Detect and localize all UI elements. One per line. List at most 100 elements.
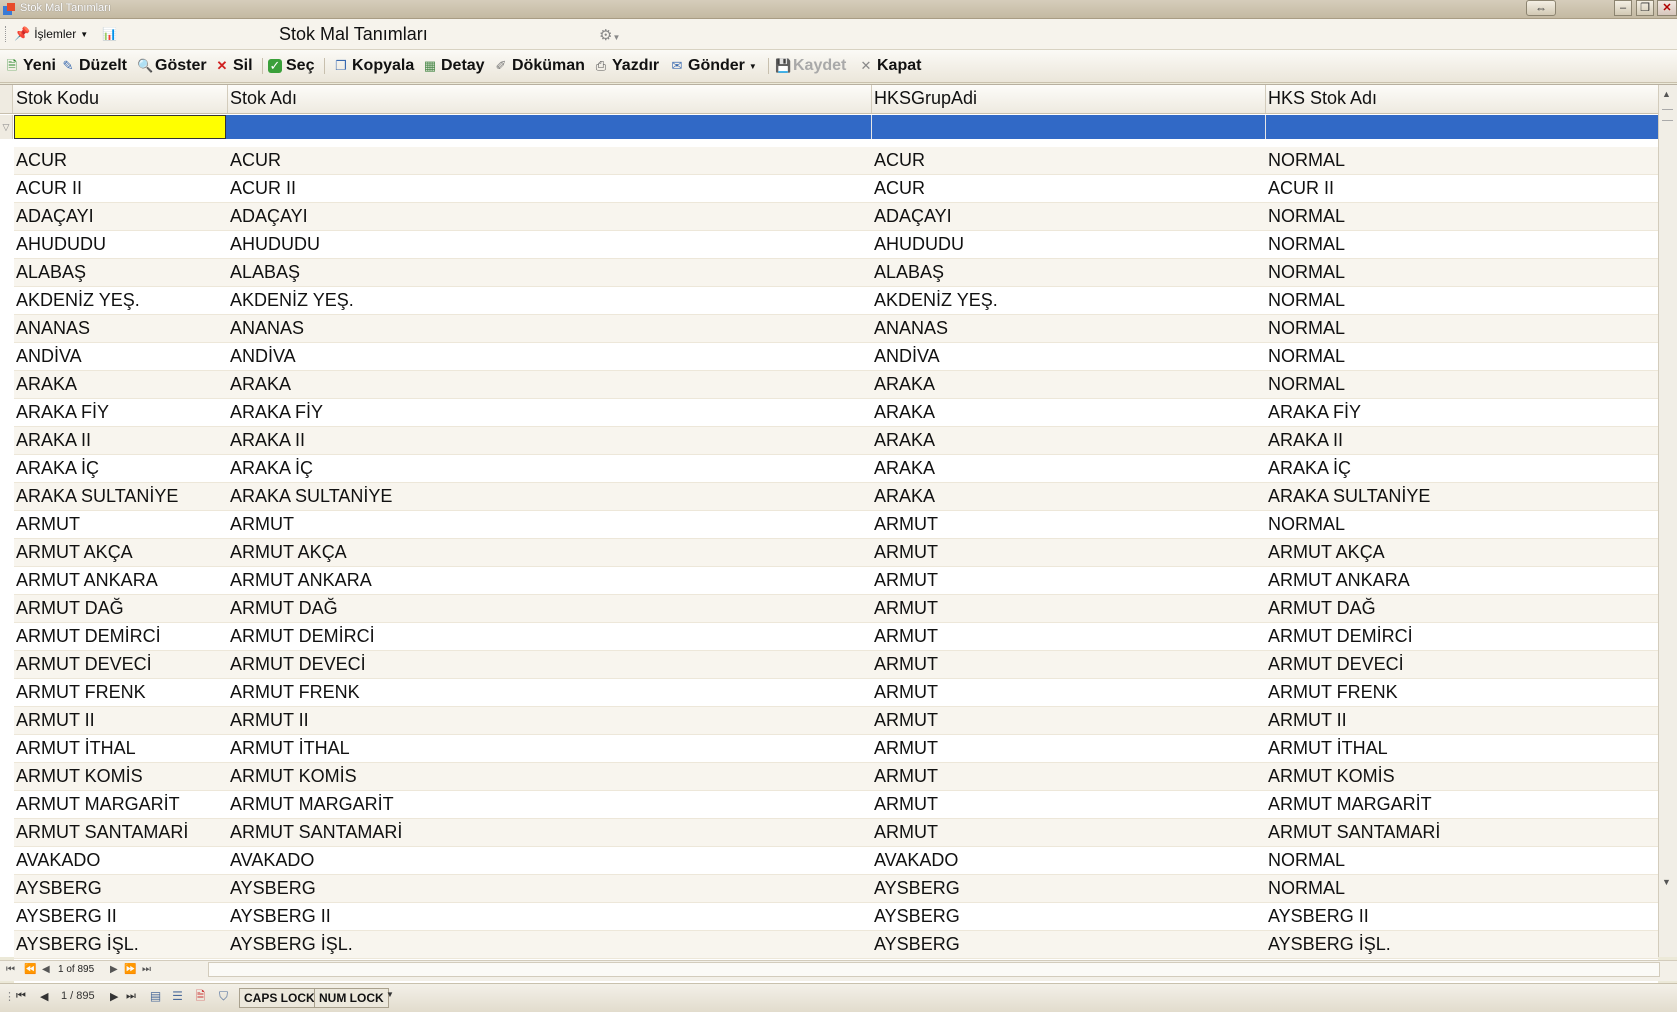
table-row[interactable]: ARAKA FİY ARAKA FİY ARAKA ARAKA FİY xyxy=(14,399,1658,427)
cell-stok-adi[interactable]: ARAKA xyxy=(230,374,291,395)
dropdown-arrow-icon[interactable]: ▼ xyxy=(386,990,394,999)
table-row[interactable]: AKDENİZ YEŞ. AKDENİZ YEŞ. AKDENİZ YEŞ. NORM… xyxy=(14,287,1658,315)
cell-hks-grup-adi[interactable]: AKDENİZ YEŞ. xyxy=(874,290,998,311)
filter-clear-icon[interactable]: ⛉ xyxy=(216,989,231,1004)
column-divider[interactable] xyxy=(227,85,228,113)
dokuman-button[interactable]: ✐ Döküman xyxy=(494,56,585,76)
cell-stok-kodu[interactable]: ARMUT KOMİS xyxy=(16,766,143,787)
cell-stok-kodu[interactable]: ARMUT MARGARİT xyxy=(16,794,180,815)
cell-stok-adi[interactable]: ARMUT DAĞ xyxy=(230,598,338,619)
cell-hks-grup-adi[interactable]: ARMUT xyxy=(874,710,938,731)
cell-stok-adi[interactable]: AYSBERG II xyxy=(230,906,331,927)
table-row[interactable]: AHUDUDU AHUDUDU AHUDUDU NORMAL xyxy=(14,231,1658,259)
cell-hks-stok-adi[interactable]: ARMUT DEVECİ xyxy=(1268,654,1404,675)
cell-hks-grup-adi[interactable]: ARMUT xyxy=(874,738,938,759)
column-header-hks-grup-adi[interactable]: HKSGrupAdi xyxy=(874,88,977,109)
table-row[interactable]: ARMUT SANTAMARİ ARMUT SANTAMARİ ARMUT ARMUT… xyxy=(14,819,1658,847)
yeni-button[interactable]: 🗎 Yeni xyxy=(5,56,56,76)
cell-hks-stok-adi[interactable]: ARMUT MARGARİT xyxy=(1268,794,1432,815)
cell-hks-stok-adi[interactable]: ARMUT AKÇA xyxy=(1268,542,1385,563)
cell-stok-kodu[interactable]: ARMUT ANKARA xyxy=(16,570,158,591)
cell-hks-stok-adi[interactable]: NORMAL xyxy=(1268,150,1345,171)
table-row[interactable]: ANANAS ANANAS ANANAS NORMAL xyxy=(14,315,1658,343)
cell-stok-adi[interactable]: ADAÇAYI xyxy=(230,206,308,227)
cell-stok-kodu[interactable]: AKDENİZ YEŞ. xyxy=(16,290,140,311)
prev-page-icon[interactable]: ⏪ xyxy=(24,964,36,975)
table-row[interactable]: ARMUT ARMUT ARMUT NORMAL xyxy=(14,511,1658,539)
vertical-scrollbar[interactable]: ▲ ▼ xyxy=(1658,85,1677,957)
cell-stok-kodu[interactable]: ALABAŞ xyxy=(16,262,86,283)
cell-hks-grup-adi[interactable]: ACUR xyxy=(874,178,925,199)
table-row[interactable]: ARAKA ARAKA ARAKA NORMAL xyxy=(14,371,1658,399)
next-page-icon[interactable]: ⏩ xyxy=(124,964,136,975)
table-row[interactable]: ARMUT DAĞ ARMUT DAĞ ARMUT ARMUT DAĞ xyxy=(14,595,1658,623)
cell-stok-kodu[interactable]: ARAKA İÇ xyxy=(16,458,99,479)
column-header-hks-stok-adi[interactable]: HKS Stok Adı xyxy=(1268,88,1377,109)
cell-stok-kodu[interactable]: ACUR II xyxy=(16,178,82,199)
gonder-button[interactable]: ✉ Gönder ▼ xyxy=(670,56,757,76)
cell-hks-stok-adi[interactable]: ARMUT ANKARA xyxy=(1268,570,1410,591)
sec-button[interactable]: ✓ Seç xyxy=(268,56,314,76)
cell-hks-stok-adi[interactable]: ARMUT II xyxy=(1268,710,1347,731)
restore-button[interactable]: ❐ xyxy=(1636,0,1654,16)
cell-stok-adi[interactable]: ARMUT SANTAMARİ xyxy=(230,822,402,843)
cell-stok-adi[interactable]: ARMUT xyxy=(230,514,294,535)
detay-button[interactable]: ▦ Detay xyxy=(423,56,485,76)
cell-hks-grup-adi[interactable]: ARMUT xyxy=(874,766,938,787)
cell-stok-adi[interactable]: ARMUT II xyxy=(230,710,309,731)
cell-hks-stok-adi[interactable]: ARAKA İÇ xyxy=(1268,458,1351,479)
next-icon[interactable]: ▶ xyxy=(110,990,118,1003)
cell-stok-adi[interactable]: ANANAS xyxy=(230,318,304,339)
cell-hks-grup-adi[interactable]: AYSBERG xyxy=(874,906,960,927)
cell-stok-adi[interactable]: ARMUT AKÇA xyxy=(230,542,347,563)
cell-hks-grup-adi[interactable]: ANDİVA xyxy=(874,346,940,367)
cell-stok-kodu[interactable]: ARMUT FRENK xyxy=(16,682,146,703)
goster-button[interactable]: 🔍 Göster xyxy=(137,56,207,76)
kapat-button[interactable]: ✕ Kapat xyxy=(859,56,922,76)
table-row[interactable]: ARAKA II ARAKA II ARAKA ARAKA II xyxy=(14,427,1658,455)
cell-hks-grup-adi[interactable]: ANANAS xyxy=(874,318,948,339)
cell-stok-adi[interactable]: ARAKA FİY xyxy=(230,402,323,423)
cell-stok-kodu[interactable]: ARAKA xyxy=(16,374,77,395)
chart-icon[interactable]: 📊 xyxy=(102,27,117,41)
cell-stok-adi[interactable]: ARMUT MARGARİT xyxy=(230,794,394,815)
first-icon[interactable]: ⏮ xyxy=(16,990,26,1003)
cell-hks-grup-adi[interactable]: AVAKADO xyxy=(874,850,958,871)
cell-hks-stok-adi[interactable]: NORMAL xyxy=(1268,514,1345,535)
cell-stok-kodu[interactable]: AYSBERG İŞL. xyxy=(16,934,139,955)
cell-hks-grup-adi[interactable]: ARAKA xyxy=(874,486,935,507)
column-divider[interactable] xyxy=(1265,85,1266,113)
table-row[interactable]: AVAKADO AVAKADO AVAKADO NORMAL xyxy=(14,847,1658,875)
cell-hks-grup-adi[interactable]: ARMUT xyxy=(874,654,938,675)
cell-hks-grup-adi[interactable]: ARMUT xyxy=(874,626,938,647)
cell-hks-grup-adi[interactable]: ARAKA xyxy=(874,458,935,479)
table-row[interactable]: ARMUT II ARMUT II ARMUT ARMUT II xyxy=(14,707,1658,735)
table-row[interactable]: ARMUT FRENK ARMUT FRENK ARMUT ARMUT FRENK xyxy=(14,679,1658,707)
cell-hks-stok-adi[interactable]: NORMAL xyxy=(1268,878,1345,899)
scroll-thumb[interactable] xyxy=(1662,109,1673,121)
cell-hks-grup-adi[interactable]: ARMUT xyxy=(874,514,938,535)
cell-stok-adi[interactable]: ARMUT DEVECİ xyxy=(230,654,366,675)
cell-hks-grup-adi[interactable]: AHUDUDU xyxy=(874,234,964,255)
cell-stok-adi[interactable]: ARAKA II xyxy=(230,430,305,451)
cell-stok-adi[interactable]: ARMUT KOMİS xyxy=(230,766,357,787)
cell-hks-stok-adi[interactable]: NORMAL xyxy=(1268,374,1345,395)
cell-stok-adi[interactable]: ARMUT İTHAL xyxy=(230,738,350,759)
cell-stok-kodu[interactable]: ARMUT SANTAMARİ xyxy=(16,822,188,843)
cell-stok-kodu[interactable]: ARMUT DAĞ xyxy=(16,598,124,619)
table-row[interactable]: ANDİVA ANDİVA ANDİVA NORMAL xyxy=(14,343,1658,371)
cell-hks-grup-adi[interactable]: ARAKA xyxy=(874,430,935,451)
cell-stok-kodu[interactable]: ARAKA II xyxy=(16,430,91,451)
cell-stok-adi[interactable]: ACUR xyxy=(230,150,281,171)
column-header-stok-kodu[interactable]: Stok Kodu xyxy=(16,88,99,109)
cell-stok-adi[interactable]: ARAKA İÇ xyxy=(230,458,313,479)
islemler-menu[interactable]: 📌 İşlemler ▼ 📊 xyxy=(14,26,117,42)
cell-hks-stok-adi[interactable]: ARMUT DEMİRCİ xyxy=(1268,626,1413,647)
list-view-icon[interactable]: ☰ xyxy=(170,989,185,1004)
cell-stok-adi[interactable]: AVAKADO xyxy=(230,850,314,871)
auto-filter-row[interactable] xyxy=(14,115,1658,139)
cell-hks-grup-adi[interactable]: ARMUT xyxy=(874,570,938,591)
cell-hks-stok-adi[interactable]: ARMUT FRENK xyxy=(1268,682,1398,703)
swap-button[interactable]: ⇔ xyxy=(1526,0,1556,16)
first-record-icon[interactable]: ⏮ xyxy=(6,964,15,975)
